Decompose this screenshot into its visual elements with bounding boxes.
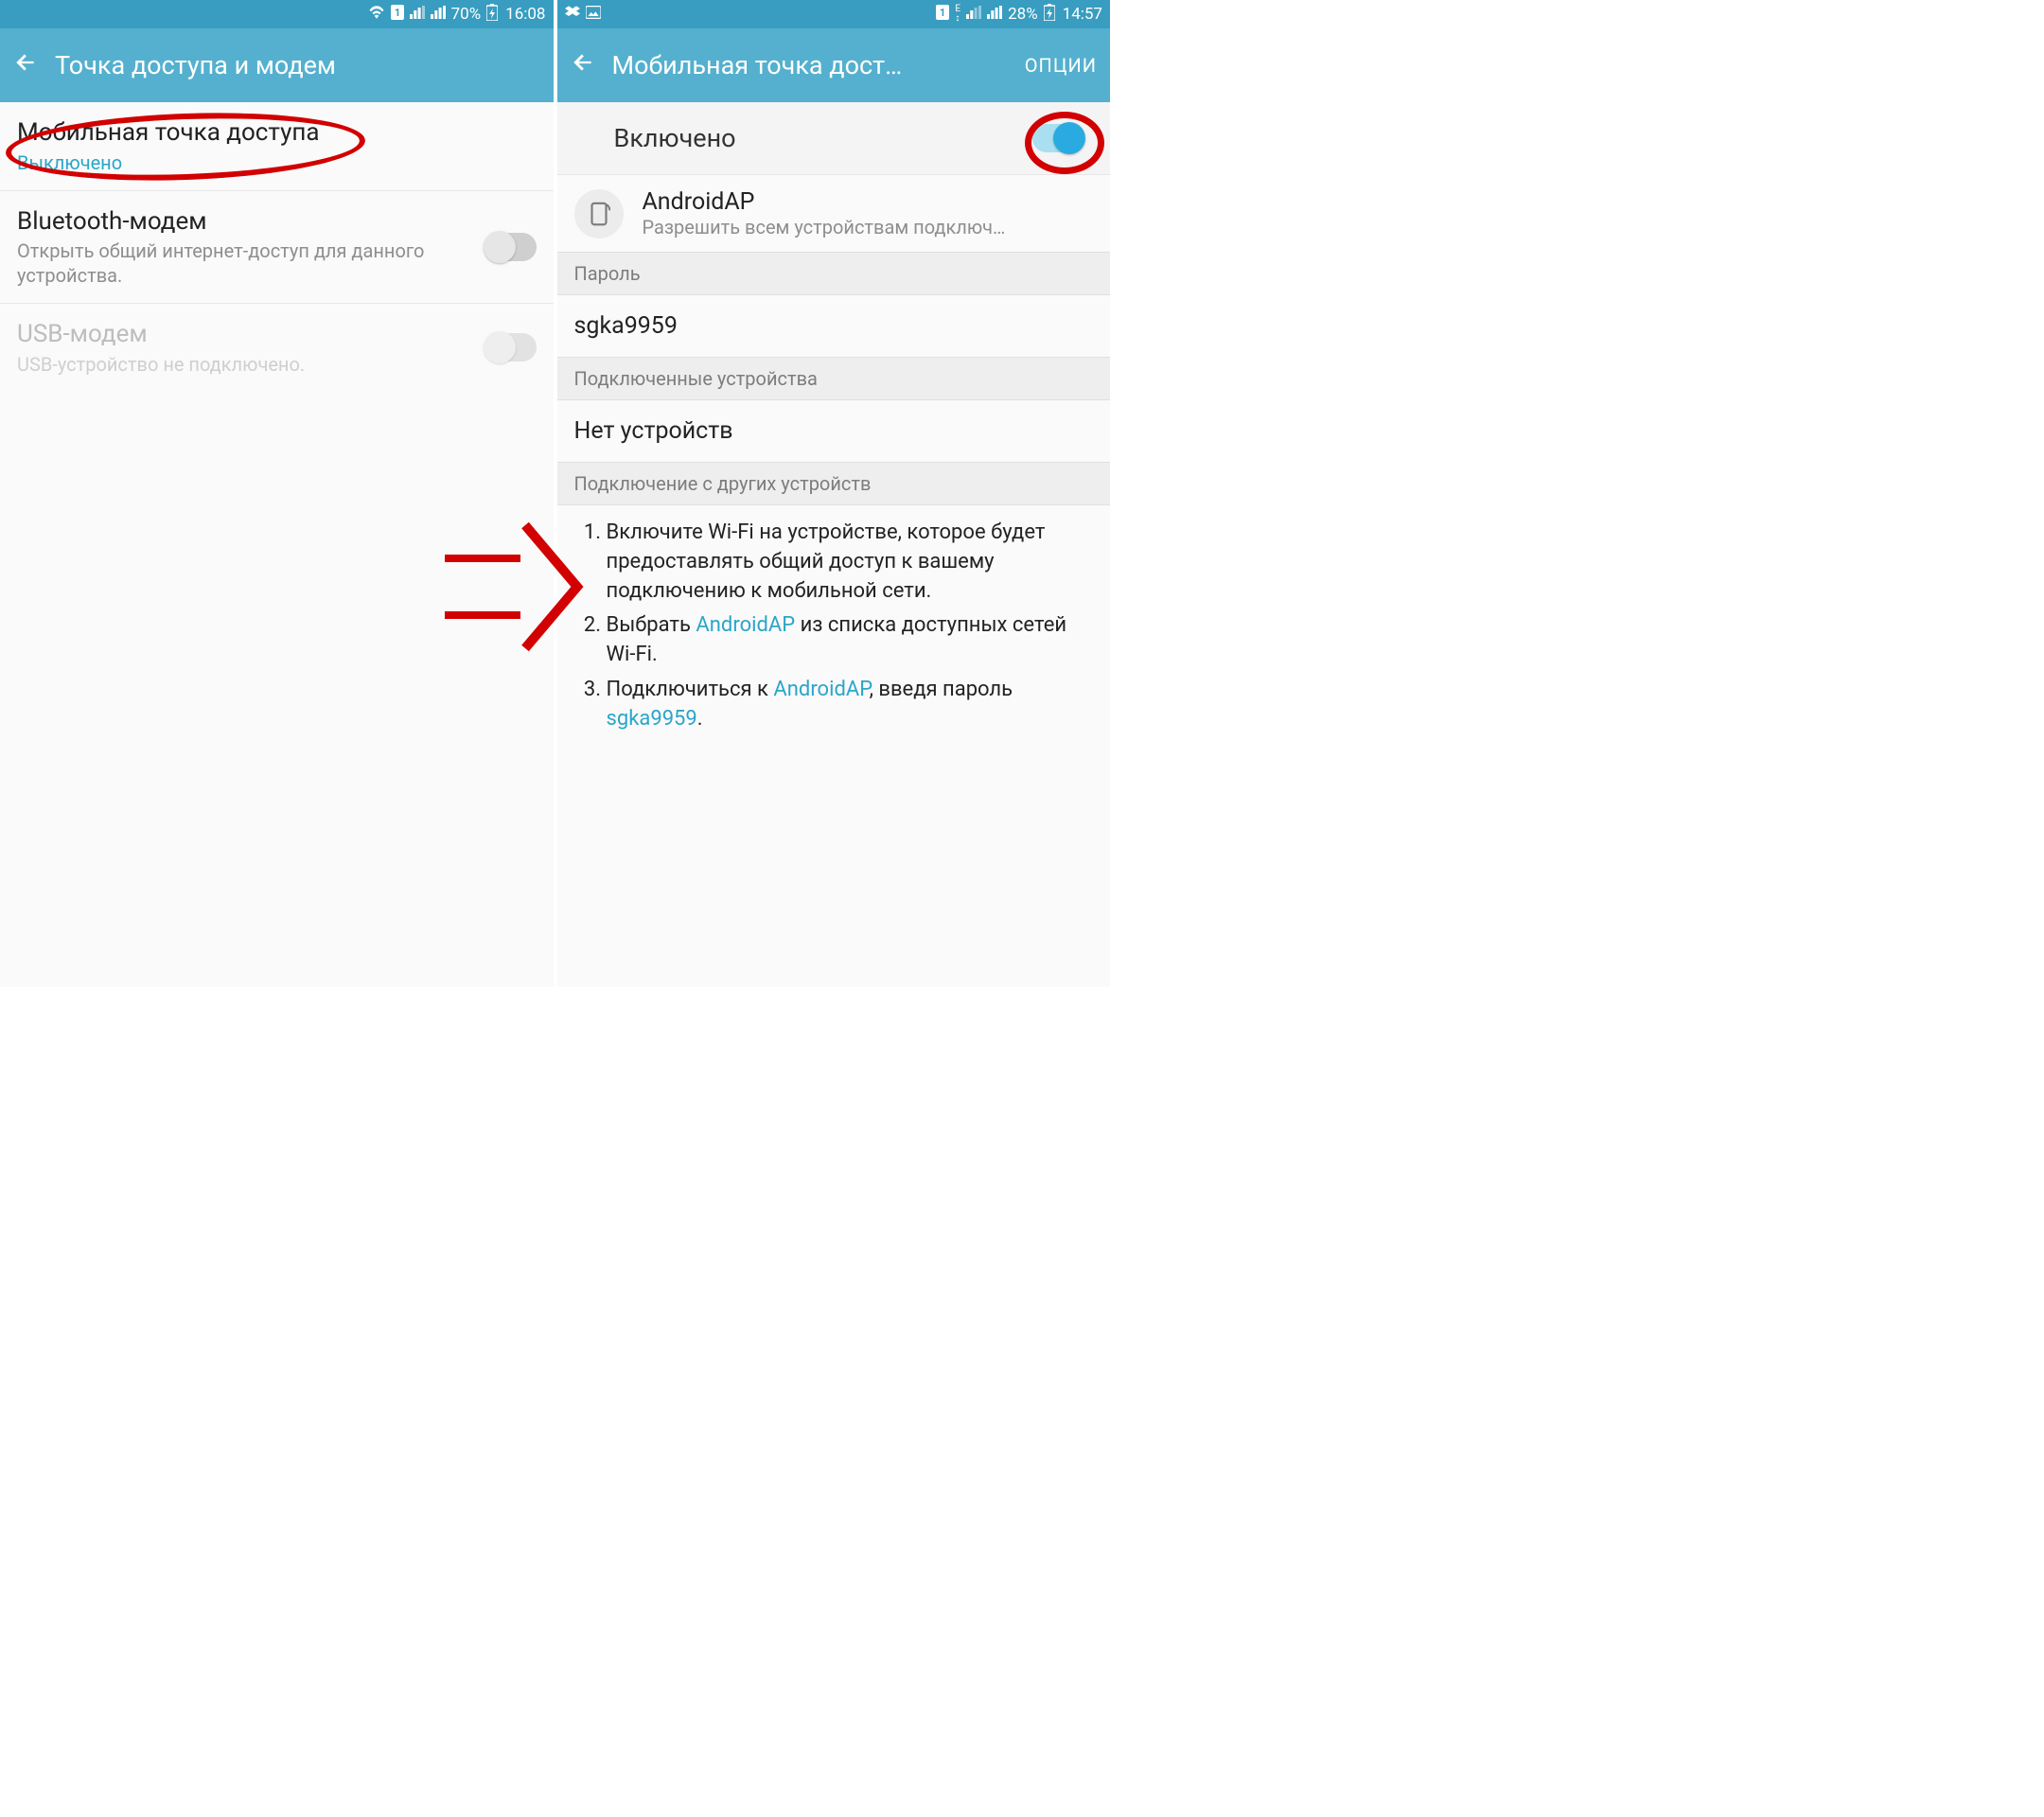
instruction-step-2: Выбрать AndroidAP из списка доступных се… xyxy=(607,611,1094,670)
bt-sub: Открыть общий интернет-доступ для данног… xyxy=(17,238,472,288)
app-bar: Точка доступа и модем xyxy=(0,28,554,102)
wifi-icon xyxy=(368,5,385,24)
battery-charging-icon xyxy=(1044,4,1055,26)
instruction-step-1: Включите Wi-Fi на устройстве, которое бу… xyxy=(607,519,1094,606)
back-button[interactable] xyxy=(571,50,595,80)
battery-percent: 28% xyxy=(1008,5,1038,24)
battery-percent: 70% xyxy=(451,5,482,24)
instruction-step-3: Подключиться к AndroidAP, введя пароль s… xyxy=(607,676,1094,734)
instructions: Включите Wi-Fi на устройстве, которое бу… xyxy=(557,505,1111,757)
svg-text:1: 1 xyxy=(394,7,399,19)
appbar-title: Мобильная точка дост… xyxy=(612,50,1008,80)
link-password: sgka9959 xyxy=(607,707,697,731)
section-howto: Подключение с других устройств xyxy=(557,462,1111,505)
hotspot-content: Включено AndroidAP Разрешить всем устрой… xyxy=(557,102,1111,987)
row-hotspot-name[interactable]: AndroidAP Разрешить всем устройствам под… xyxy=(557,175,1111,252)
status-icons-right: 1 E↕ xyxy=(936,5,1002,25)
signal-icon xyxy=(410,5,425,24)
section-password: Пароль xyxy=(557,252,1111,295)
sim-icon: 1 xyxy=(936,5,949,25)
enabled-toggle[interactable] xyxy=(1032,124,1084,152)
item-bluetooth-tether[interactable]: Bluetooth-модем Открыть общий интернет-д… xyxy=(0,191,554,305)
svg-text:1: 1 xyxy=(940,7,945,19)
status-bar: 1 E↕ 28% 14:57 xyxy=(557,0,1111,28)
hotspot-title: Мобильная точка доступа xyxy=(17,117,537,149)
password-value[interactable]: sgka9959 xyxy=(557,295,1111,357)
status-time: 16:08 xyxy=(505,5,545,24)
hotspot-device-icon xyxy=(574,189,624,238)
dropbox-icon xyxy=(565,5,580,24)
settings-list: Мобильная точка доступа Выключено Blueto… xyxy=(0,102,554,987)
signal2-icon xyxy=(431,5,446,24)
edge-icon: E↕ xyxy=(955,5,960,24)
status-icons xyxy=(565,5,601,24)
link-ssid: AndroidAP xyxy=(773,678,869,701)
status-icons: 1 xyxy=(368,5,446,25)
item-mobile-hotspot[interactable]: Мобильная точка доступа Выключено xyxy=(0,102,554,191)
item-usb-tether: USB-модем USB-устройство не подключено. xyxy=(0,304,554,392)
link-ssid: AndroidAP xyxy=(696,613,795,637)
signal2-icon xyxy=(987,5,1002,24)
no-devices-label: Нет устройств xyxy=(557,400,1111,462)
hotspot-name: AndroidAP xyxy=(643,188,1006,216)
bt-toggle[interactable] xyxy=(485,233,537,261)
appbar-title: Точка доступа и модем xyxy=(55,50,540,80)
hotspot-desc: Разрешить всем устройствам подключ… xyxy=(643,216,1006,238)
back-button[interactable] xyxy=(13,50,38,80)
usb-toggle xyxy=(485,333,537,362)
usb-sub: USB-устройство не подключено. xyxy=(17,352,472,377)
image-icon xyxy=(586,5,601,24)
signal-icon xyxy=(966,5,981,24)
screen-hotspot-detail: 1 E↕ 28% 14:57 Мобильная точка дост… xyxy=(555,0,1111,987)
status-bar: 1 70% 16:08 xyxy=(0,0,554,28)
app-bar: Мобильная точка дост… ОПЦИИ xyxy=(557,28,1111,102)
bt-title: Bluetooth-модем xyxy=(17,206,472,238)
status-time: 14:57 xyxy=(1063,5,1102,24)
battery-charging-icon xyxy=(486,4,498,26)
usb-title: USB-модем xyxy=(17,319,472,350)
screen-tethering: 1 70% 16:08 Точка доступа и модем xyxy=(0,0,555,987)
enabled-label: Включено xyxy=(614,123,736,153)
section-connected: Подключенные устройства xyxy=(557,357,1111,400)
options-button[interactable]: ОПЦИИ xyxy=(1025,54,1097,77)
hotspot-status: Выключено xyxy=(17,150,537,175)
sim-icon: 1 xyxy=(391,5,404,25)
row-enabled[interactable]: Включено xyxy=(557,102,1111,175)
